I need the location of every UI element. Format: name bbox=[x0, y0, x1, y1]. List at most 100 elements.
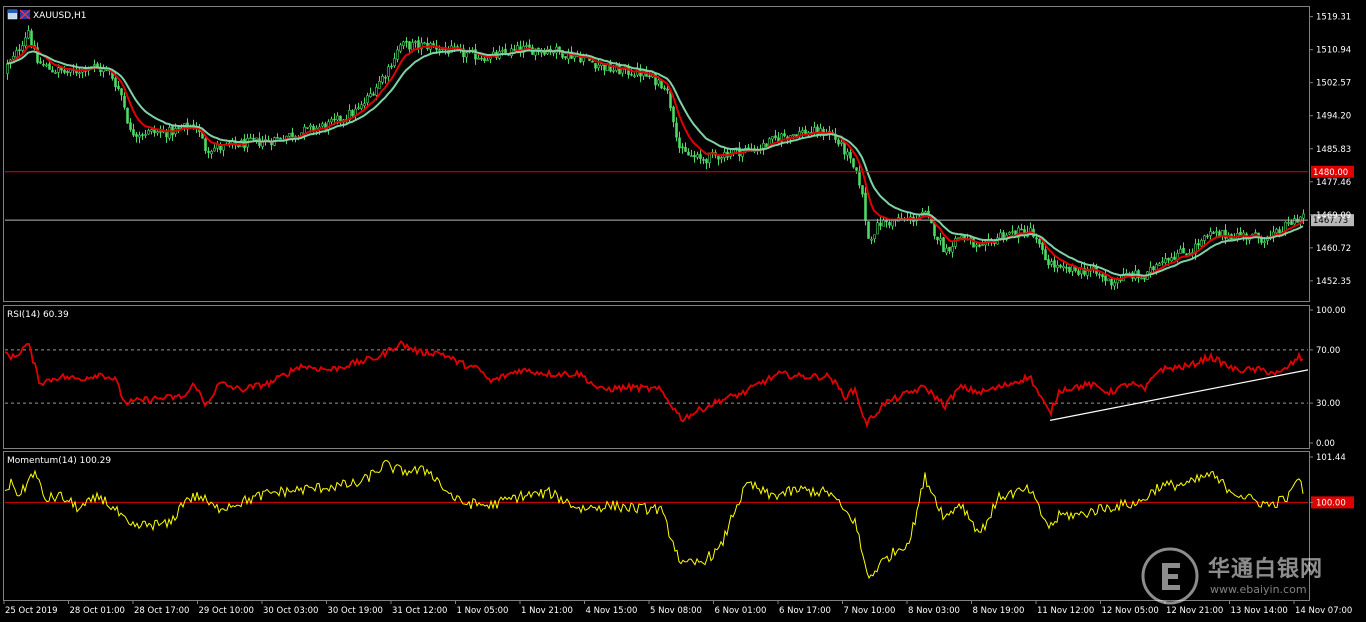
candle bbox=[498, 45, 501, 60]
candle bbox=[441, 48, 444, 52]
candle bbox=[603, 63, 606, 76]
candle bbox=[153, 125, 156, 137]
price-tick-label: 1485.83 bbox=[1316, 145, 1351, 155]
candle bbox=[852, 158, 855, 169]
price-tick-label: 1510.94 bbox=[1316, 46, 1351, 56]
candle bbox=[417, 36, 420, 54]
candle bbox=[405, 37, 408, 48]
candle bbox=[1077, 269, 1080, 277]
price-tick-label: 1469.09 bbox=[1316, 211, 1351, 221]
candle bbox=[369, 87, 372, 98]
rsi-trendline[interactable] bbox=[1049, 369, 1309, 421]
candle bbox=[357, 102, 360, 111]
candle bbox=[693, 150, 696, 163]
candle bbox=[150, 128, 153, 135]
chart-area[interactable]: XAUUSD,H1 1480.001467.73 1519.311510.941… bbox=[0, 0, 1366, 622]
candle bbox=[120, 87, 123, 101]
time-label: 4 Nov 15:00 bbox=[586, 606, 638, 616]
candle bbox=[1107, 278, 1110, 282]
candle bbox=[96, 61, 99, 68]
candle bbox=[171, 124, 174, 142]
candle bbox=[1158, 262, 1161, 266]
candle bbox=[372, 91, 375, 96]
watermark: 华通白银网 www.ebaiyin.com bbox=[1138, 545, 1366, 607]
candle bbox=[1068, 266, 1071, 274]
candle bbox=[843, 141, 846, 160]
candle bbox=[846, 148, 849, 161]
candle bbox=[783, 129, 786, 138]
candle bbox=[672, 105, 675, 128]
candle bbox=[717, 154, 720, 166]
candle bbox=[564, 56, 567, 60]
candle bbox=[801, 127, 804, 138]
candle bbox=[1182, 242, 1185, 254]
candle bbox=[138, 131, 141, 144]
candle bbox=[21, 40, 24, 53]
candle bbox=[1008, 231, 1011, 236]
candle bbox=[1047, 254, 1050, 269]
time-label: 8 Nov 03:00 bbox=[908, 606, 960, 616]
candle bbox=[123, 92, 126, 110]
candle bbox=[1206, 233, 1209, 239]
candle bbox=[1287, 216, 1290, 227]
time-label: 1 Nov 05:00 bbox=[457, 606, 509, 616]
time-label: 7 Nov 10:00 bbox=[844, 606, 896, 616]
candle bbox=[942, 236, 945, 253]
candle bbox=[381, 74, 384, 85]
candle bbox=[426, 37, 429, 51]
candle bbox=[726, 147, 729, 161]
candle bbox=[600, 63, 603, 71]
candle bbox=[414, 40, 417, 48]
price-panel-frame bbox=[3, 6, 1310, 302]
candle bbox=[45, 62, 48, 68]
candle bbox=[249, 133, 252, 140]
candle bbox=[1056, 260, 1059, 273]
momentum-line bbox=[4, 460, 1304, 579]
price-tick-label: 1460.72 bbox=[1316, 244, 1351, 254]
time-label: 13 Nov 14:00 bbox=[1231, 606, 1288, 616]
candle bbox=[129, 118, 132, 132]
candle bbox=[804, 125, 807, 135]
rsi-tick-label: 70.00 bbox=[1316, 346, 1340, 356]
time-label: 12 Nov 21:00 bbox=[1166, 606, 1223, 616]
candle bbox=[1053, 255, 1056, 273]
candle bbox=[864, 187, 867, 226]
candle bbox=[216, 140, 219, 153]
candle bbox=[102, 64, 105, 78]
price-tick-label: 1494.20 bbox=[1316, 112, 1351, 122]
candle bbox=[132, 123, 135, 138]
candle bbox=[1101, 272, 1104, 283]
candle bbox=[573, 55, 576, 62]
candle bbox=[870, 236, 873, 245]
candle bbox=[222, 144, 225, 157]
candle bbox=[1020, 223, 1023, 231]
candle bbox=[1179, 245, 1182, 254]
candle bbox=[939, 232, 942, 246]
candle bbox=[387, 64, 390, 83]
candle bbox=[1170, 252, 1173, 264]
rsi-panel-frame bbox=[3, 305, 1310, 449]
candle bbox=[27, 25, 30, 40]
momentum-panel-title: Momentum(14) 100.29 bbox=[7, 456, 111, 466]
candle bbox=[462, 44, 465, 63]
time-label: 6 Nov 17:00 bbox=[779, 606, 831, 616]
candle bbox=[39, 57, 42, 64]
candlestick-series bbox=[6, 25, 1305, 290]
candle bbox=[159, 125, 162, 138]
price-tick-label: 1519.31 bbox=[1316, 13, 1351, 23]
candle bbox=[210, 149, 213, 159]
candle bbox=[234, 136, 237, 150]
candle bbox=[663, 85, 666, 91]
candle bbox=[354, 104, 357, 120]
chart-window-icon bbox=[7, 9, 18, 20]
candle bbox=[687, 148, 690, 156]
candle bbox=[510, 44, 513, 59]
candle bbox=[306, 126, 309, 130]
candle bbox=[66, 70, 69, 76]
time-label: 30 Oct 03:00 bbox=[263, 606, 318, 616]
time-label: 29 Oct 10:00 bbox=[199, 606, 254, 616]
time-label: 5 Nov 08:00 bbox=[650, 606, 702, 616]
candle bbox=[1272, 225, 1275, 243]
candle bbox=[855, 167, 858, 174]
candle bbox=[1086, 266, 1089, 280]
